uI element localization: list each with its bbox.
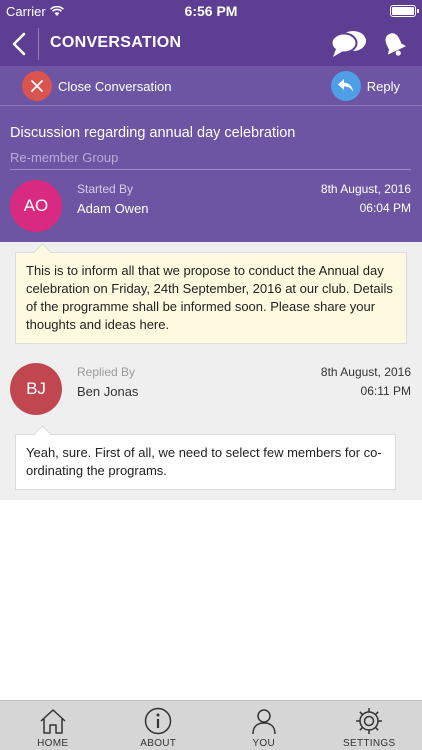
reply-message: Yeah, sure. First of all, we need to sel… (15, 434, 396, 490)
conversation-actions: Close Conversation Reply (0, 66, 422, 106)
chat-bubbles-icon (330, 31, 366, 57)
notifications-button[interactable] (380, 30, 408, 58)
battery-icon (390, 5, 419, 17)
chat-button[interactable] (330, 28, 368, 60)
close-conversation-button[interactable]: Close Conversation (22, 71, 171, 101)
back-button[interactable] (0, 22, 38, 66)
reply-avatar: BJ (10, 363, 62, 415)
reply-button[interactable]: Reply (330, 71, 400, 101)
started-by-label: Started By (77, 182, 134, 196)
user-icon (252, 709, 276, 735)
nav-divider (38, 28, 39, 60)
tab-settings-label: SETTINGS (343, 738, 396, 749)
tab-you-label: YOU (252, 738, 276, 749)
tab-about[interactable]: ABOUT (106, 701, 212, 750)
tab-home-label: HOME (37, 738, 69, 749)
tab-bar: HOME ABOUT YOU SETTINGS (0, 700, 422, 750)
started-time: 06:04 PM (359, 201, 411, 215)
group-name: Re-member Group (10, 150, 119, 165)
gear-icon (356, 708, 383, 734)
page-title: CONVERSATION (50, 34, 182, 51)
original-message: This is to inform all that we propose to… (15, 252, 407, 344)
reply-time: 06:11 PM (360, 384, 411, 398)
tab-you[interactable]: YOU (211, 701, 317, 750)
started-date: 8th August, 2016 (320, 182, 411, 196)
avatar: AO (10, 180, 62, 232)
bell-icon (385, 33, 407, 56)
close-conversation-label: Close Conversation (58, 78, 172, 94)
info-icon (145, 707, 172, 735)
reply-label: Reply (366, 78, 400, 94)
header-divider (10, 169, 411, 170)
status-bar: Carrier 6:56 PM (0, 0, 422, 22)
tab-home[interactable]: HOME (0, 701, 106, 750)
back-icon (12, 32, 26, 56)
navigation-bar: CONVERSATION (0, 22, 422, 66)
conversation-subject: Discussion regarding annual day celebrat… (10, 125, 296, 141)
reply-author-name: Ben Jonas (77, 384, 139, 399)
reply-icon (330, 71, 361, 101)
home-icon (40, 709, 66, 734)
message-thread: This is to inform all that we propose to… (0, 242, 422, 500)
tab-settings[interactable]: SETTINGS (317, 701, 422, 750)
tab-about-label: ABOUT (140, 738, 177, 749)
close-icon (22, 71, 52, 101)
author-name: Adam Owen (77, 201, 149, 216)
replied-by-label: Replied By (77, 365, 136, 379)
clock: 6:56 PM (184, 3, 238, 19)
conversation-header: Discussion regarding annual day celebrat… (0, 106, 422, 242)
reply-date: 8th August, 2016 (320, 365, 411, 379)
